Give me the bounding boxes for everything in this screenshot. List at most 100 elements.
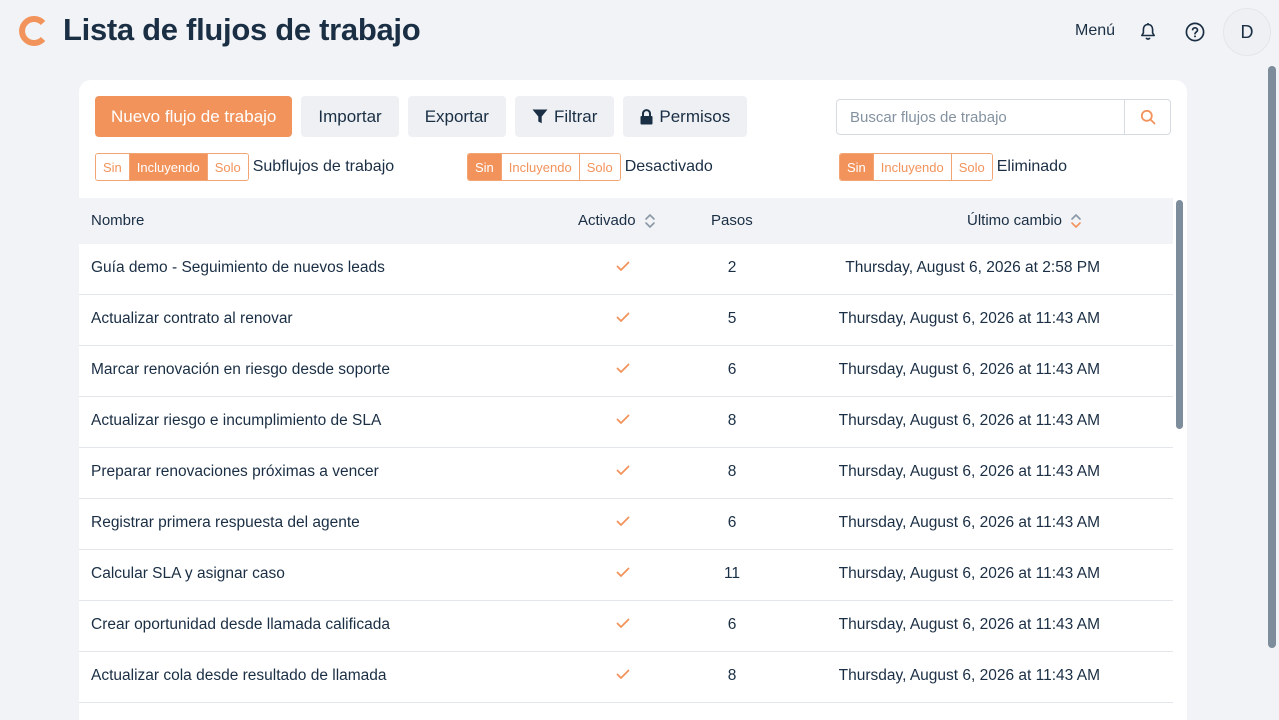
row-name: Registrar primera respuesta del agente [91, 514, 360, 531]
check-icon [616, 312, 630, 322]
row-last-changed: Thursday, August 6, 2026 at 2:58 PM [845, 259, 1100, 276]
deleted-option-solo[interactable]: Solo [951, 154, 992, 180]
table-row[interactable]: Actualizar riesgo e incumplimiento de SL… [79, 397, 1173, 448]
table-row[interactable]: Registrar primera respuesta del agente 6… [79, 499, 1173, 550]
disabled-option-sin[interactable]: Sin [468, 154, 502, 180]
search-box [836, 99, 1171, 135]
deleted-option-incluyendo[interactable]: Incluyendo [873, 154, 952, 180]
filter-button[interactable]: Filtrar [514, 96, 615, 137]
table-body: Guía demo - Seguimiento de nuevos leads … [79, 244, 1173, 720]
subflows-option-incluyendo[interactable]: Incluyendo [129, 154, 208, 180]
app-logo-icon[interactable] [16, 14, 50, 48]
workflow-card: Nuevo flujo de trabajo Importar Exportar… [79, 80, 1187, 720]
check-icon [616, 516, 630, 526]
check-icon [616, 261, 630, 271]
table-header: Nombre Activado Pasos Último cambio [79, 198, 1173, 244]
check-icon [616, 669, 630, 679]
column-changed-label: Último cambio [967, 212, 1063, 229]
subflows-filter-label: Subflujos de trabajo [252, 158, 395, 175]
table-row[interactable] [79, 703, 1173, 720]
row-last-changed: Thursday, August 6, 2026 at 11:43 AM [838, 361, 1100, 378]
subflows-option-sin[interactable]: Sin [96, 154, 130, 180]
table-scrollbar[interactable] [1176, 200, 1183, 429]
sort-icon [644, 213, 655, 228]
check-icon [616, 567, 630, 577]
column-header-name[interactable]: Nombre [91, 212, 144, 229]
top-bar: Lista de flujos de trabajo Menú D [0, 0, 1279, 64]
row-last-changed: Thursday, August 6, 2026 at 11:43 AM [838, 565, 1100, 582]
deleted-filter-label: Eliminado [996, 158, 1067, 175]
column-name-label: Nombre [91, 212, 145, 229]
permissions-label: Permisos [659, 106, 731, 126]
table-row[interactable]: Calcular SLA y asignar caso 11 Thursday,… [79, 550, 1173, 601]
sort-active-icon [1071, 213, 1081, 228]
page-scrollbar[interactable] [1268, 66, 1276, 648]
help-icon[interactable] [1183, 20, 1207, 44]
row-steps: 8 [727, 412, 737, 429]
table-row[interactable]: Marcar renovación en riesgo desde soport… [79, 346, 1173, 397]
permissions-button[interactable]: Permisos [623, 96, 748, 137]
table-row[interactable]: Actualizar contrato al renovar 5 Thursda… [79, 295, 1173, 346]
export-button[interactable]: Exportar [407, 96, 506, 137]
check-icon [616, 363, 630, 373]
toolbar: Nuevo flujo de trabajo Importar Exportar… [95, 96, 748, 138]
row-steps: 11 [723, 565, 741, 582]
filter-label: Filtrar [553, 106, 598, 126]
column-header-changed[interactable]: Último cambio [967, 212, 1082, 229]
menu-link[interactable]: Menú [1075, 22, 1115, 40]
row-name: Actualizar cola desde resultado de llama… [91, 667, 387, 684]
table-row[interactable]: Actualizar cola desde resultado de llama… [79, 652, 1173, 703]
import-button[interactable]: Importar [301, 96, 399, 137]
row-name: Actualizar contrato al renovar [91, 310, 293, 327]
row-steps: 6 [727, 514, 737, 531]
row-steps: 2 [727, 259, 737, 276]
column-header-steps[interactable]: Pasos [711, 212, 753, 229]
row-last-changed: Thursday, August 6, 2026 at 11:43 AM [838, 310, 1100, 327]
column-steps-label: Pasos [711, 212, 753, 229]
disabled-option-incluyendo[interactable]: Incluyendo [501, 154, 580, 180]
disabled-filter-label: Desactivado [624, 158, 713, 175]
search-input[interactable] [837, 100, 1124, 134]
row-name: Guía demo - Seguimiento de nuevos leads [91, 259, 385, 276]
subflows-filter: Sin Incluyendo Solo Subflujos de trabajo [95, 153, 394, 181]
deleted-segmented-control: Sin Incluyendo Solo [839, 153, 993, 181]
disabled-option-solo[interactable]: Solo [579, 154, 620, 180]
user-avatar[interactable]: D [1223, 8, 1271, 56]
deleted-filter: Sin Incluyendo Solo Eliminado [839, 153, 1067, 181]
row-steps: 5 [727, 310, 737, 327]
subflows-option-solo[interactable]: Solo [207, 154, 248, 180]
search-button[interactable] [1124, 100, 1170, 134]
search-icon [1140, 109, 1155, 125]
row-steps: 8 [727, 463, 737, 480]
table-row[interactable]: Guía demo - Seguimiento de nuevos leads … [79, 244, 1173, 295]
row-name: Calcular SLA y asignar caso [91, 565, 285, 582]
row-last-changed: Thursday, August 6, 2026 at 11:43 AM [838, 616, 1100, 633]
funnel-icon [532, 109, 548, 124]
check-icon [616, 465, 630, 475]
table-row[interactable]: Crear oportunidad desde llamada califica… [79, 601, 1173, 652]
row-steps: 6 [727, 361, 737, 378]
lock-icon [640, 108, 653, 124]
row-steps: 6 [727, 616, 737, 633]
row-last-changed: Thursday, August 6, 2026 at 11:43 AM [838, 667, 1100, 684]
page-title: Lista de flujos de trabajo [63, 12, 421, 47]
row-last-changed: Thursday, August 6, 2026 at 11:43 AM [838, 463, 1100, 480]
subflows-segmented-control: Sin Incluyendo Solo [95, 153, 249, 181]
row-name: Actualizar riesgo e incumplimiento de SL… [91, 412, 382, 429]
row-last-changed: Thursday, August 6, 2026 at 11:43 AM [838, 514, 1100, 531]
deleted-option-sin[interactable]: Sin [840, 154, 874, 180]
check-icon [616, 618, 630, 628]
disabled-filter: Sin Incluyendo Solo Desactivado [467, 153, 713, 181]
row-name: Crear oportunidad desde llamada califica… [91, 616, 390, 633]
check-icon [616, 414, 630, 424]
column-header-enabled[interactable]: Activado [578, 212, 656, 229]
bell-icon[interactable] [1136, 20, 1160, 44]
row-name: Preparar renovaciones próximas a vencer [91, 463, 379, 480]
row-last-changed: Thursday, August 6, 2026 at 11:43 AM [838, 412, 1100, 429]
row-steps: 8 [727, 667, 737, 684]
table-row[interactable]: Preparar renovaciones próximas a vencer … [79, 448, 1173, 499]
column-enabled-label: Activado [578, 212, 636, 229]
row-name: Marcar renovación en riesgo desde soport… [91, 361, 390, 378]
new-workflow-button[interactable]: Nuevo flujo de trabajo [95, 96, 293, 137]
disabled-segmented-control: Sin Incluyendo Solo [467, 153, 621, 181]
